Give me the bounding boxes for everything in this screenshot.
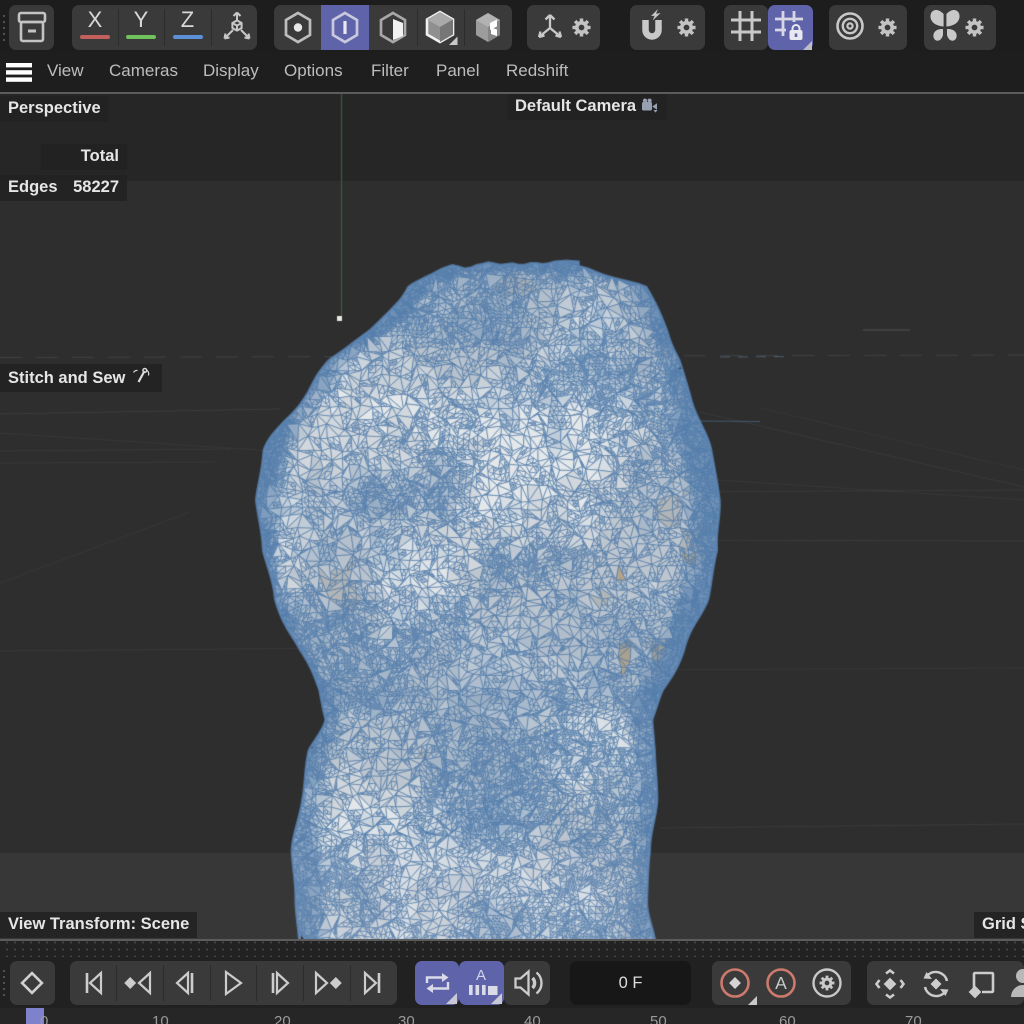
svg-text:A: A xyxy=(775,973,787,993)
svg-text:A: A xyxy=(476,967,486,984)
